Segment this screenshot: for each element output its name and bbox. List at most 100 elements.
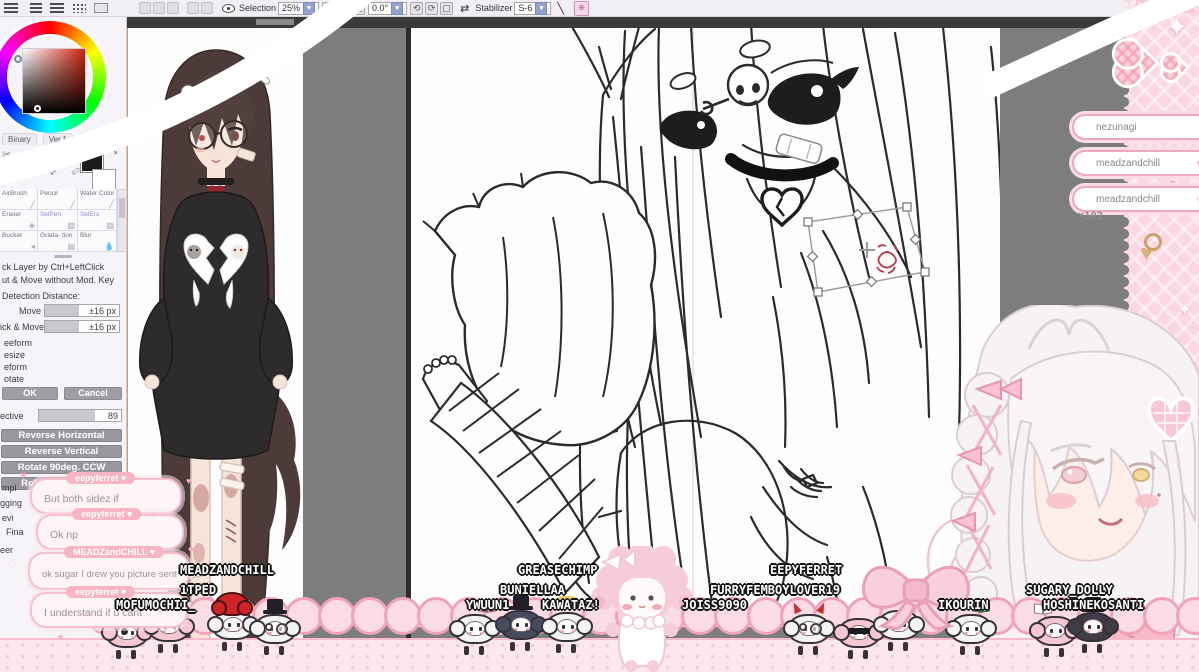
- reverse-vertical-button[interactable]: Reverse Vertical: [1, 445, 122, 458]
- nav-button[interactable]: [187, 2, 199, 14]
- flip-icon[interactable]: ⇄: [460, 2, 469, 15]
- sheep-sprite: [783, 606, 835, 656]
- undo-button[interactable]: [139, 2, 151, 14]
- swap-colors-icon[interactable]: ⤡: [109, 145, 117, 156]
- heart-badge-icon: ♥: [127, 509, 133, 519]
- panel-toggle-icon[interactable]: [94, 3, 108, 13]
- tabbar-scroll-indicator[interactable]: [256, 19, 294, 25]
- panel-toggle-icon[interactable]: [30, 3, 42, 13]
- stabilizer-combo[interactable]: S-6 ▼: [514, 1, 552, 15]
- move-distance-input[interactable]: ±16 px: [44, 304, 120, 317]
- angle-combo[interactable]: 0.0° ▼: [368, 1, 408, 15]
- chat-text: But both sidez if: [44, 493, 119, 505]
- visibility-eye-icon[interactable]: [222, 3, 235, 13]
- ribbon-bow: [858, 550, 973, 635]
- toolbar: Selection 25% ▼ − + ▢ 0.0° ▼ ⟲ ⟳ ▢ ⇄ Sta…: [0, 0, 1199, 17]
- zoom-reset-button[interactable]: ▢: [352, 1, 366, 15]
- mini-heart-icon: ♥: [188, 545, 194, 556]
- chat-message: MEADZandCHILL ♥ ok sugar I drew you pict…: [28, 546, 190, 590]
- rotate-ccw-button[interactable]: ⟲: [410, 1, 424, 15]
- brush-eraser[interactable]: Eraser ◈: [0, 210, 38, 231]
- transform-mode-list: eeform esize eform otate: [4, 337, 32, 385]
- brush-selpen[interactable]: SelPen ▨: [38, 210, 78, 231]
- mini-heart-icon: ♥: [186, 476, 192, 486]
- mode-deform[interactable]: eform: [4, 361, 32, 373]
- stream-username: YWUUN1: [466, 598, 510, 612]
- brush-selers[interactable]: SelErs ▨: [78, 210, 117, 231]
- move-label: Move: [18, 305, 41, 316]
- tab-artistic[interactable]: Artistic: [78, 133, 115, 145]
- tab-binary[interactable]: Binary: [2, 133, 37, 145]
- stabilizer-label: Stabilizer: [475, 3, 513, 13]
- hint-text: ut & Move without Mod. Key: [2, 275, 115, 285]
- stream-username: HOSHINEKOSANTI: [1043, 598, 1145, 612]
- rotate-reset-button[interactable]: ▢: [440, 1, 454, 15]
- redo-button[interactable]: [153, 2, 165, 14]
- chat-text: ok sugar I drew you picture sent: [42, 569, 177, 580]
- brush-watercolor[interactable]: Water Color ╱: [78, 189, 117, 210]
- zoom-combo[interactable]: 25% ▼: [278, 1, 320, 15]
- mini-heart-icon: ♡: [150, 511, 158, 520]
- sv-marker[interactable]: [34, 105, 41, 112]
- brush-bucket[interactable]: Bucket ◂: [0, 231, 38, 252]
- panel-toggle-icon[interactable]: [50, 3, 64, 13]
- screen: Selection 25% ▼ − + ▢ 0.0° ▼ ⟲ ⟳ ▢ ⇄ Sta…: [0, 0, 1199, 672]
- zoom-in-button[interactable]: +: [337, 1, 351, 15]
- brush-blur[interactable]: Blur 💧: [78, 231, 117, 252]
- antialias-toggle-icon[interactable]: ✳: [574, 0, 590, 16]
- brush-scrollbar[interactable]: [117, 189, 127, 252]
- angle-value: 0.0°: [372, 3, 389, 13]
- stream-username: IKOURIN: [938, 598, 989, 612]
- reverse-horizontal-button[interactable]: Reverse Horizontal: [1, 429, 122, 442]
- viewer-count: ×102: [1078, 210, 1103, 222]
- mode-freeform[interactable]: eeform: [4, 337, 32, 349]
- stream-username: FURRYFEMBOYLOVER19: [710, 583, 841, 597]
- panel-toggle-icon[interactable]: [4, 3, 18, 13]
- chevron-down-icon[interactable]: ▼: [303, 1, 316, 15]
- mode-resize[interactable]: esize: [4, 349, 32, 361]
- rotate-cw-button[interactable]: ⟳: [425, 1, 439, 15]
- nav-button[interactable]: [201, 2, 213, 14]
- mode-rotate[interactable]: otate: [4, 373, 32, 385]
- viewer-name: meadzandchill: [1096, 193, 1160, 205]
- chat-username: eepyferret: [81, 509, 125, 519]
- line-tool-icon[interactable]: ╲: [557, 2, 564, 15]
- panel-resize-grip[interactable]: [54, 255, 72, 258]
- brush-pencil[interactable]: Pencil ╱: [38, 189, 78, 210]
- saturation-value-box[interactable]: [22, 48, 86, 114]
- brush-airbrush[interactable]: AirBrush ╱: [0, 189, 38, 210]
- zoom-out-button[interactable]: −: [322, 1, 336, 15]
- tool-icons-row1[interactable]: ✂ ✦ ❏ T: [2, 148, 88, 161]
- viewer-name: meadzandchill: [1096, 157, 1160, 169]
- chat-username: eepyferret: [75, 473, 119, 483]
- brush-grid: ╱ AirBrush╱ Pencil╱ Water Color╱ r╱ Eras…: [0, 189, 117, 252]
- history-button[interactable]: [167, 2, 179, 14]
- ok-button[interactable]: OK: [2, 387, 58, 400]
- viewer-pill: nezunagi ♥: [1072, 114, 1199, 140]
- hue-marker[interactable]: [14, 55, 22, 63]
- move-distance-row: Move ±16 px: [0, 304, 120, 317]
- tab-ver1[interactable]: Ver.1: [42, 133, 73, 145]
- ective-slider[interactable]: 89: [38, 409, 122, 422]
- viewer-name: nezunagi: [1096, 121, 1137, 133]
- zoom-value: 25%: [282, 3, 301, 13]
- stream-username: EEPYFERRET: [770, 563, 843, 577]
- heart-lock-charm-icon: ♥: [1140, 233, 1163, 265]
- pick-move-input[interactable]: ±16 px: [44, 320, 120, 333]
- mini-heart-icon: ♡: [8, 560, 17, 570]
- stream-username: SUGARY_DOLLY: [1026, 583, 1113, 597]
- tool-icons-row2[interactable]: ⌕ ↺ ✥ ✐: [2, 166, 87, 179]
- hint-text: ck Layer by Ctrl+LeftClick: [2, 262, 105, 272]
- stream-username: KAWATAZ!: [542, 598, 600, 612]
- brush-gradation[interactable]: Grada- tion ▤: [38, 231, 78, 252]
- chevron-down-icon[interactable]: ▼: [535, 1, 548, 15]
- cancel-button[interactable]: Cancel: [64, 387, 122, 400]
- chevron-down-icon[interactable]: ▼: [391, 1, 404, 15]
- clipped-label: Fina: [6, 527, 24, 537]
- stream-username: 1TPED: [180, 583, 217, 597]
- pick-move-label: ick & Move: [0, 321, 45, 332]
- stream-username: GREASECHIMP: [518, 563, 598, 577]
- heart-badge-icon: ♥: [149, 547, 156, 557]
- panel-toggle-icon[interactable]: [72, 3, 86, 13]
- chat-text: Ok np: [50, 529, 79, 541]
